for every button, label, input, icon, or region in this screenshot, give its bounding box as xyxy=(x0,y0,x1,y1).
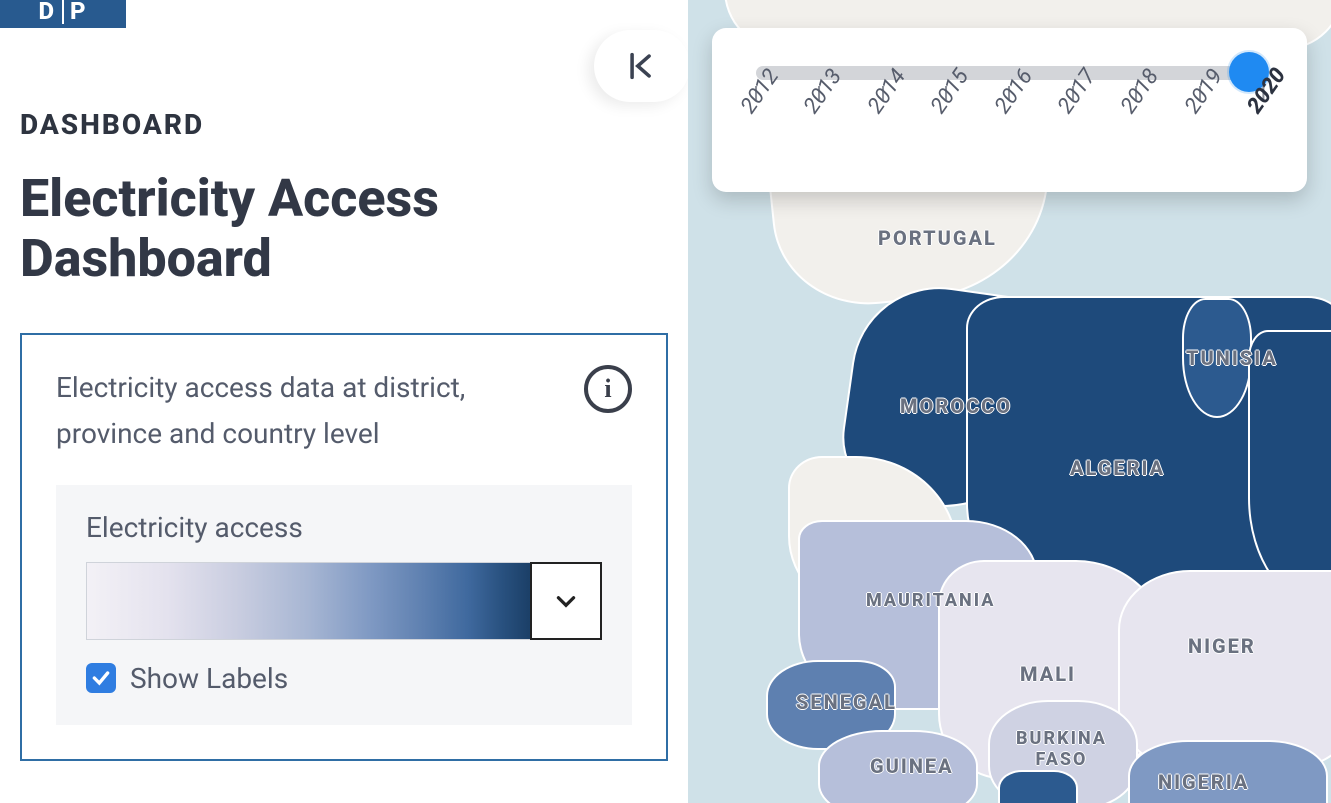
collapse-sidebar-button[interactable] xyxy=(594,30,690,102)
label-senegal: SENEGAL xyxy=(796,690,897,714)
label-tunisia: TUNISIA xyxy=(1186,346,1278,370)
panel-header: Electricity access data at district, pro… xyxy=(56,365,632,457)
year-tick-2019[interactable]: 2019 xyxy=(1172,86,1228,129)
panel-description: Electricity access data at district, pro… xyxy=(56,365,564,457)
legend-expand-button[interactable] xyxy=(530,562,602,640)
year-tick-2014[interactable]: 2014 xyxy=(855,86,911,129)
logo-divider xyxy=(62,0,64,24)
label-niger: NIGER xyxy=(1188,634,1256,658)
year-tick-2013[interactable]: 2013 xyxy=(791,86,847,129)
label-mauritania: MAURITANIA xyxy=(866,590,995,611)
show-labels-label: Show Labels xyxy=(130,662,288,695)
collapse-icon xyxy=(625,49,659,83)
info-button[interactable]: i xyxy=(584,365,632,413)
year-tick-2020[interactable]: 2020 xyxy=(1234,86,1291,129)
settings-panel: Electricity access data at district, pro… xyxy=(20,333,668,761)
legend-box: Electricity access Show La xyxy=(56,485,632,725)
logo: D P xyxy=(0,0,126,28)
label-algeria: ALGERIA xyxy=(1070,456,1165,480)
year-tick-2017[interactable]: 2017 xyxy=(1045,86,1101,129)
show-labels-toggle[interactable]: Show Labels xyxy=(86,662,602,695)
info-icon: i xyxy=(604,374,611,404)
label-nigeria: NIGERIA xyxy=(1158,770,1249,794)
region-ghana[interactable] xyxy=(998,770,1078,803)
year-slider-card: 201220132014201520162017201820192020 xyxy=(712,28,1307,192)
logo-right: P xyxy=(70,0,88,25)
label-portugal: PORTUGAL xyxy=(878,226,997,250)
checkbox-checked-icon xyxy=(86,663,116,693)
year-tick-2012[interactable]: 2012 xyxy=(728,86,784,129)
year-tick-2018[interactable]: 2018 xyxy=(1108,86,1164,129)
breadcrumb: DASHBOARD xyxy=(20,108,668,141)
legend-row xyxy=(86,562,602,640)
app-root: D P DASHBOARD Electricity Access Dashboa… xyxy=(0,0,1331,803)
year-tick-2015[interactable]: 2015 xyxy=(918,86,974,129)
legend-gradient xyxy=(86,562,530,640)
label-mali: MALI xyxy=(1020,662,1076,686)
page-title: Electricity Access Dashboard xyxy=(20,169,668,289)
logo-left: D xyxy=(38,0,56,25)
label-guinea: GUINEA xyxy=(870,754,954,778)
sidebar: D P DASHBOARD Electricity Access Dashboa… xyxy=(0,0,688,803)
label-morocco: MOROCCO xyxy=(900,394,1012,418)
label-burkina-faso: BURKINAFASO xyxy=(1016,728,1107,770)
chevron-down-icon xyxy=(553,588,579,614)
legend-title: Electricity access xyxy=(86,511,602,544)
year-slider-ticks: 201220132014201520162017201820192020 xyxy=(756,86,1263,160)
year-tick-2016[interactable]: 2016 xyxy=(982,86,1038,129)
map-canvas[interactable]: PORTUGAL TUNISIA MOROCCO ALGERIA MAURITANIA N… xyxy=(688,0,1331,803)
